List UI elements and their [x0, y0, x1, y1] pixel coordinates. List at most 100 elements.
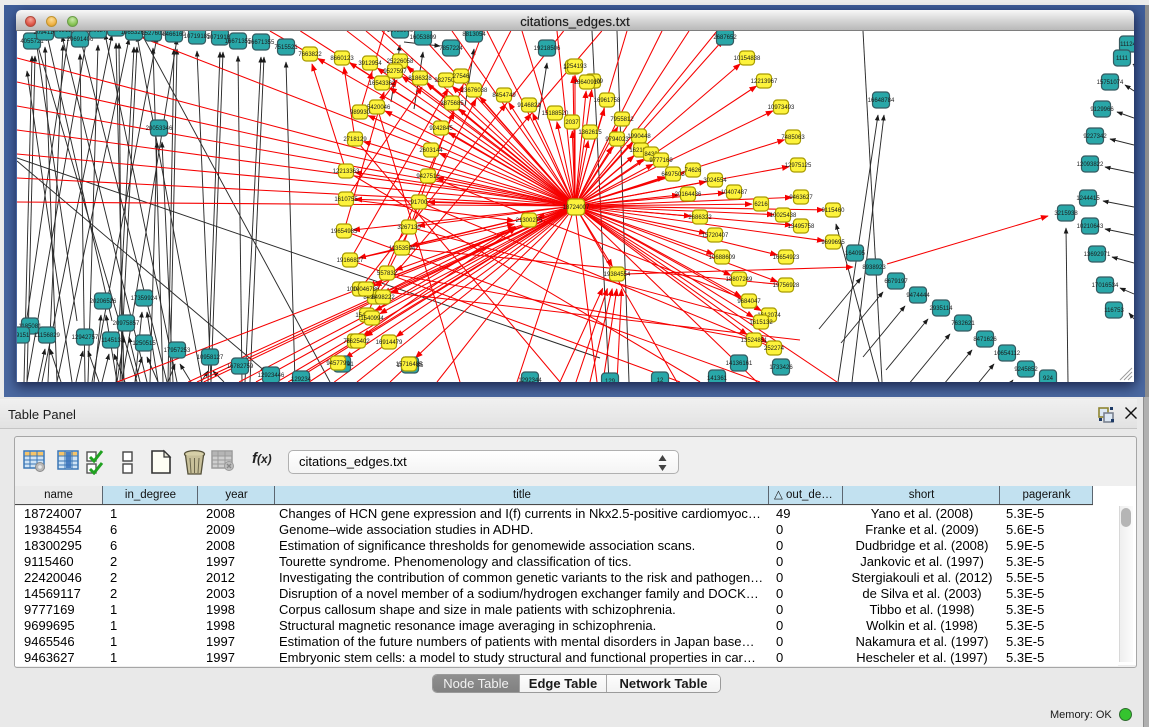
svg-text:13692971: 13692971 — [1084, 252, 1111, 258]
svg-text:16053809: 16053809 — [387, 31, 414, 34]
svg-text:116753: 116753 — [1104, 308, 1124, 314]
svg-text:27546: 27546 — [453, 74, 470, 80]
svg-text:989930: 989930 — [350, 110, 371, 116]
svg-text:7955812: 7955812 — [610, 117, 634, 123]
svg-text:9777169: 9777169 — [649, 158, 673, 164]
svg-text:129234: 129234 — [291, 377, 312, 382]
svg-text:11353594: 11353594 — [389, 246, 416, 252]
svg-text:924: 924 — [1043, 376, 1054, 382]
svg-text:19166827: 19166827 — [337, 258, 364, 264]
svg-text:141361: 141361 — [707, 376, 728, 382]
svg-text:3267130: 3267130 — [397, 225, 421, 231]
svg-text:2718129: 2718129 — [343, 137, 367, 143]
svg-text:12975125: 12975125 — [785, 163, 812, 169]
svg-text:15720407: 15720407 — [702, 233, 729, 239]
svg-text:19756928: 19756928 — [773, 283, 800, 289]
svg-text:9474444: 9474444 — [906, 293, 930, 299]
svg-text:9245852: 9245852 — [1014, 367, 1038, 373]
svg-text:20053346: 20053346 — [146, 126, 173, 132]
svg-text:252274: 252274 — [764, 346, 785, 352]
svg-text:12923446: 12923446 — [258, 373, 285, 379]
svg-text:12942757: 12942757 — [72, 335, 99, 341]
svg-text:1615132: 1615132 — [749, 320, 773, 326]
svg-text:16914479: 16914479 — [376, 340, 403, 346]
svg-text:19384554: 19384554 — [604, 272, 631, 278]
svg-text:6497503: 6497503 — [661, 172, 685, 178]
svg-text:557832: 557832 — [377, 271, 398, 277]
svg-text:1250515: 1250515 — [132, 341, 156, 347]
svg-text:16543362: 16543362 — [369, 81, 396, 87]
svg-text:2686322: 2686322 — [688, 215, 712, 221]
svg-text:10654112: 10654112 — [994, 351, 1021, 357]
svg-text:2687652: 2687652 — [713, 35, 737, 41]
svg-text:2037: 2037 — [565, 120, 579, 126]
svg-text:1292344: 1292344 — [518, 378, 542, 382]
svg-text:12213967: 12213967 — [751, 79, 778, 85]
svg-text:9527597: 9527597 — [383, 69, 407, 75]
svg-text:1244415: 1244415 — [1076, 196, 1100, 202]
svg-text:114513: 114513 — [101, 338, 121, 344]
svg-text:10958127: 10958127 — [197, 355, 224, 361]
svg-text:10154838: 10154838 — [734, 56, 761, 62]
svg-text:9242845: 9242845 — [429, 126, 453, 132]
svg-text:8471626: 8471626 — [973, 337, 997, 343]
svg-text:20975857: 20975857 — [113, 321, 140, 327]
svg-text:1111: 1111 — [1116, 56, 1129, 62]
svg-text:12213363: 12213363 — [333, 169, 360, 175]
svg-text:10210643: 10210643 — [1077, 224, 1104, 230]
svg-text:10025438: 10025438 — [770, 213, 797, 219]
svg-text:1362615: 1362615 — [578, 130, 602, 136]
svg-text:11156829: 11156829 — [34, 333, 60, 339]
svg-text:1254193: 1254193 — [563, 64, 587, 70]
svg-text:16648784: 16648784 — [868, 98, 895, 104]
svg-text:20206526: 20206526 — [90, 299, 117, 305]
svg-text:8813054: 8813054 — [462, 32, 486, 38]
svg-text:11124: 11124 — [1120, 42, 1134, 48]
svg-text:18724007: 18724007 — [563, 205, 590, 211]
svg-text:7485063: 7485063 — [781, 135, 805, 141]
svg-text:7515521: 7515521 — [274, 45, 298, 51]
svg-text:10407487: 10407487 — [721, 190, 748, 196]
svg-text:12: 12 — [657, 378, 664, 382]
svg-text:17359924: 17359924 — [131, 296, 158, 302]
svg-text:12093822: 12093822 — [1077, 162, 1104, 168]
svg-text:7632621: 7632621 — [951, 321, 975, 327]
svg-text:8938923: 8938923 — [862, 265, 886, 271]
svg-text:9227342: 9227342 — [1083, 134, 1107, 140]
svg-text:17016534: 17016534 — [1092, 283, 1119, 289]
svg-text:3875685: 3875685 — [440, 101, 464, 107]
svg-text:16654923: 16654923 — [773, 255, 800, 261]
svg-text:39151: 39151 — [17, 333, 30, 339]
svg-text:20164436: 20164436 — [675, 192, 702, 198]
svg-text:6216: 6216 — [754, 202, 768, 208]
svg-text:8186328: 8186328 — [408, 76, 432, 82]
svg-text:7625402: 7625402 — [346, 339, 370, 345]
svg-text:8498222: 8498222 — [371, 295, 395, 301]
svg-text:14136161: 14136161 — [726, 361, 753, 367]
svg-text:9146821: 9146821 — [517, 103, 541, 109]
svg-text:2935114: 2935114 — [930, 306, 954, 312]
svg-text:1733426: 1733426 — [769, 365, 793, 371]
svg-text:2603144: 2603144 — [419, 148, 443, 154]
svg-text:9699695: 9699695 — [821, 240, 845, 246]
svg-text:19218506: 19218506 — [534, 46, 561, 52]
svg-text:15751074: 15751074 — [1097, 80, 1124, 86]
svg-text:129: 129 — [605, 379, 616, 382]
svg-text:9115460: 9115460 — [822, 208, 846, 214]
svg-text:9129966: 9129966 — [1090, 107, 1114, 113]
svg-text:18640910: 18640910 — [574, 80, 601, 86]
svg-text:9427512: 9427512 — [416, 174, 440, 180]
svg-text:9457791: 9457791 — [326, 361, 350, 367]
svg-text:20691406: 20691406 — [67, 37, 94, 43]
svg-text:21300275: 21300275 — [516, 218, 543, 224]
svg-text:8454749: 8454749 — [492, 93, 516, 99]
svg-text:15716485: 15716485 — [396, 362, 423, 368]
svg-text:164095: 164095 — [845, 251, 866, 257]
svg-text:1990448: 1990448 — [627, 134, 651, 140]
svg-text:8660123: 8660123 — [330, 56, 354, 62]
svg-text:19654985: 19654985 — [331, 229, 358, 235]
svg-text:9684047: 9684047 — [737, 299, 761, 305]
svg-text:1540994: 1540994 — [360, 316, 384, 322]
svg-text:9794023: 9794023 — [605, 137, 629, 143]
svg-text:13524851: 13524851 — [741, 338, 768, 344]
